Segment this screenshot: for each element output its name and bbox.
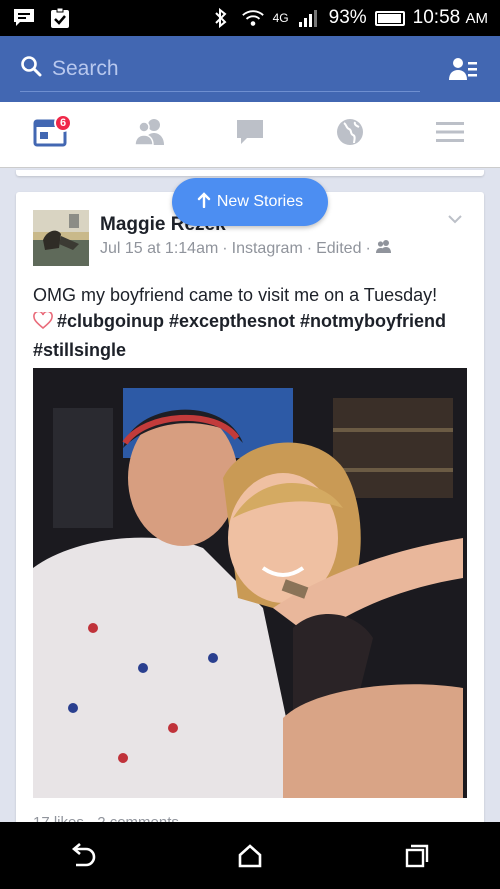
battery-icon (374, 10, 405, 26)
hashtag-single[interactable]: #stillsingle (33, 337, 473, 363)
back-icon[interactable] (63, 836, 103, 876)
network-type: 4G (272, 11, 289, 25)
friends-icon (133, 118, 167, 151)
search-bar[interactable] (20, 46, 420, 92)
previous-card-edge (16, 170, 484, 176)
meta-separator: · (222, 239, 228, 257)
hashtags[interactable]: #clubgoinup #excepthesnot #notmyboyfrien… (57, 311, 446, 331)
audience-friends-icon[interactable] (375, 239, 393, 258)
post-photo[interactable] (33, 368, 467, 798)
arrow-up-icon (197, 191, 211, 213)
heart-icon (33, 310, 53, 337)
clock: 10:58 AM (413, 7, 488, 29)
status-bar: 4G 93% 10:58 AM (0, 0, 500, 36)
clock-ampm: AM (465, 10, 489, 27)
search-input[interactable] (52, 56, 420, 81)
post-edited[interactable]: Edited (316, 240, 361, 258)
globe-icon (335, 117, 365, 152)
clipboard-check-icon (48, 7, 72, 29)
recent-apps-icon[interactable] (397, 836, 437, 876)
hamburger-menu-icon (435, 120, 465, 149)
search-icon (20, 55, 42, 82)
post-card: Maggie Rezek Jul 15 at 1:14am · Instagra… (16, 192, 484, 832)
avatar[interactable] (33, 210, 89, 266)
chat-bubble-icon (235, 118, 265, 151)
post-source[interactable]: Instagram (232, 240, 303, 258)
new-stories-button[interactable]: New Stories (172, 178, 328, 226)
wifi-icon (241, 7, 265, 29)
tab-menu[interactable] (420, 110, 480, 160)
hashtag-line: #clubgoinup #excepthesnot #notmyboyfrien… (33, 308, 473, 337)
tab-messages[interactable] (220, 110, 280, 160)
chevron-down-icon[interactable] (444, 208, 466, 230)
tab-friend-requests[interactable] (120, 110, 180, 160)
post-date[interactable]: Jul 15 at 1:14am (100, 240, 218, 258)
tab-bar: 6 (0, 102, 500, 168)
meta-separator: · (306, 239, 313, 257)
clock-time: 10:58 (412, 7, 461, 28)
tab-notifications[interactable] (320, 110, 380, 160)
signal-icon (297, 7, 321, 29)
app-header (0, 36, 500, 102)
post-text: OMG my boyfriend came to visit me on a T… (33, 282, 473, 363)
meta-separator: · (365, 239, 371, 257)
friends-list-icon[interactable] (446, 54, 480, 84)
battery-percent: 93% (328, 7, 367, 28)
home-icon[interactable] (230, 836, 270, 876)
bluetooth-icon (209, 7, 233, 29)
tab-news-feed[interactable]: 6 (20, 110, 80, 160)
message-notification-icon (12, 7, 36, 29)
new-stories-label: New Stories (216, 193, 304, 210)
android-nav-bar (0, 822, 500, 889)
post-meta: Jul 15 at 1:14am · Instagram · Edited · (100, 239, 393, 258)
post-text-line: OMG my boyfriend came to visit me on a T… (33, 285, 438, 305)
notification-badge: 6 (54, 113, 72, 132)
